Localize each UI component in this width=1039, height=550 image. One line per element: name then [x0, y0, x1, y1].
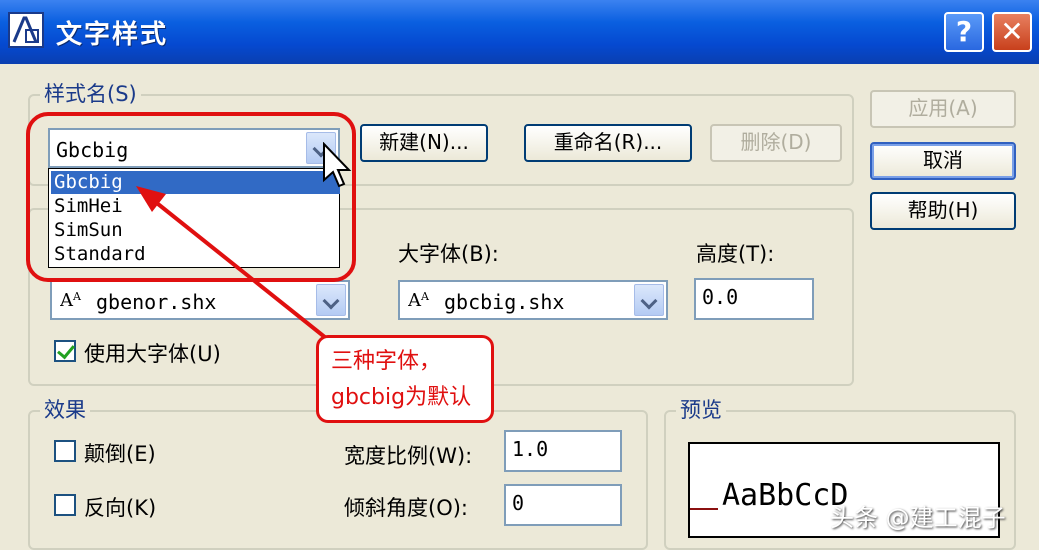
callout-line-1: 三种字体， — [331, 349, 442, 374]
watermark-text: 头条 @建工混子 — [830, 504, 1006, 532]
callout-line-2: gbcbig为默认 — [331, 385, 472, 410]
annotation-callout: 三种字体， gbcbig为默认 — [316, 335, 494, 423]
mouse-cursor-icon — [323, 142, 352, 188]
annotation-arrow — [136, 186, 338, 348]
